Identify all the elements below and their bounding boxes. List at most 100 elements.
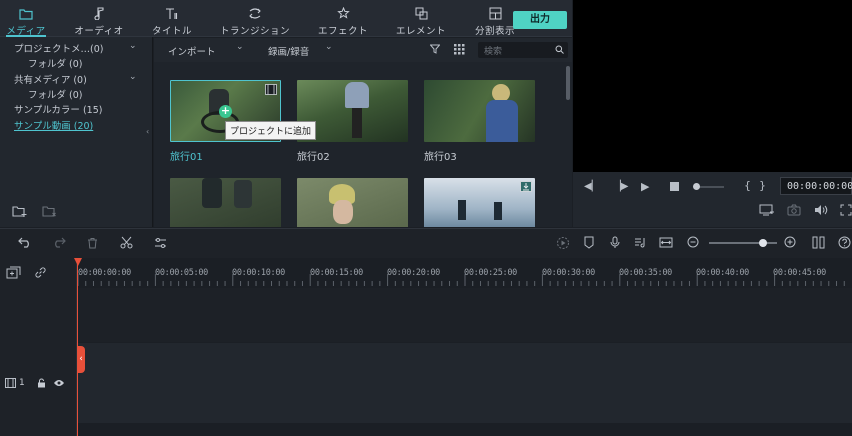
tab-elements[interactable]: エレメント [394,0,448,37]
media-label-travel03: 旅行03 [424,152,457,163]
library-item-shared-media[interactable]: 共有メディア (0) [14,72,87,86]
import-dropdown[interactable]: インポート [168,44,216,58]
library-item-folder[interactable]: フォルダ (0) [28,56,82,70]
preview-canvas [573,0,852,172]
delete-icon[interactable] [87,237,98,252]
media-thumbnail[interactable] [424,178,535,227]
timecode-display: 00:00:00:00 [780,177,852,195]
rider-figure [202,178,222,208]
film-strip-icon [265,84,277,98]
link-icon[interactable] [34,266,47,282]
timeline-track-headers: 1 [0,258,77,436]
timeline-video-track[interactable] [77,343,852,423]
media-label-travel02: 旅行02 [297,152,330,163]
ruler-tick-label: 00:00:30:00 [542,268,595,278]
zoom-slider-handle[interactable] [759,239,768,247]
media-thumbnail-travel03[interactable] [424,80,535,142]
download-icon[interactable] [520,181,532,192]
voiceover-icon[interactable] [634,236,646,252]
top-tab-bar: メディア オーディオ タイトル トランジション エフェクト エレメント 分割表示 [0,0,572,37]
add-to-project-tooltip: プロジェクトに追加 [225,121,317,140]
filter-icon[interactable] [429,44,441,57]
render-preview-icon[interactable] [759,204,775,219]
tab-split-screen[interactable]: 分割表示 [472,0,518,37]
track-number: 1 [19,378,25,388]
zoom-out-icon[interactable] [687,236,699,251]
library-item-sample-videos[interactable]: サンプル動画 (20) [14,118,93,132]
media-thumbnail[interactable] [170,178,281,227]
fit-timeline-icon[interactable] [659,237,673,251]
library-item-shared-folder[interactable]: フォルダ (0) [28,87,82,101]
timeline-toolbar [0,228,852,258]
fullscreen-icon[interactable] [840,204,852,219]
seek-handle[interactable] [693,183,700,190]
rider-figure [234,180,252,208]
face-figure [333,200,353,224]
adjust-icon[interactable] [154,237,167,252]
stop-icon[interactable] [670,182,679,191]
play-icon[interactable]: ▶ [641,180,649,193]
tab-transitions[interactable]: トランジション [216,0,294,37]
mark-in-icon[interactable]: { [744,179,751,192]
ruler-tick-label: 00:00:20:00 [387,268,440,278]
search-box[interactable]: 検索 [478,42,568,58]
mark-out-icon[interactable]: } [759,179,766,192]
tab-audio[interactable]: オーディオ [72,0,126,37]
undo-icon[interactable] [18,237,32,251]
chevron-down-icon[interactable]: ⌄ [325,42,333,52]
folder-icon [19,7,33,20]
tab-media[interactable]: メディア [6,0,46,37]
eye-icon[interactable] [53,379,65,390]
person-figure [458,200,466,220]
library-item-project-media[interactable]: プロジェクトメ…(0) [14,41,103,55]
lock-icon[interactable] [37,378,46,391]
media-thumbnail[interactable] [297,178,408,227]
collapse-arrow-icon[interactable]: ‹ [146,127,149,136]
timeline-track-empty[interactable] [77,288,852,342]
library-item-sample-colors[interactable]: サンプルカラー (15) [14,102,102,116]
tab-titles[interactable]: タイトル [148,0,196,37]
zoom-in-icon[interactable] [784,236,796,251]
collapse-track-tab-icon[interactable]: ‹ [77,346,85,373]
pause-columns-icon[interactable] [812,236,825,252]
redo-icon[interactable] [52,237,66,251]
microphone-icon[interactable] [610,236,620,252]
export-button[interactable]: 出力 [513,11,567,29]
chevron-down-icon[interactable]: ⌄ [129,41,137,51]
grid-view-icon[interactable] [454,44,465,58]
tab-effects[interactable]: エフェクト [316,0,370,37]
timecode-text: 00:00:00:00 [787,181,852,192]
cut-icon[interactable] [120,236,133,252]
media-scrollbar[interactable] [566,66,570,100]
help-icon[interactable] [838,236,851,252]
record-dropdown[interactable]: 録画/録音 [268,44,309,58]
snapshot-icon[interactable] [787,204,801,219]
new-folder-icon[interactable] [12,205,28,221]
chevron-down-icon[interactable]: ⌄ [236,42,244,52]
marker-icon[interactable] [584,236,594,252]
add-to-project-icon[interactable]: + [219,105,232,118]
person-figure [494,202,502,220]
previous-frame-icon[interactable]: ◀▏ [584,181,599,192]
rider-figure [345,82,369,108]
library-sidebar: プロジェクトメ…(0) ⌄ フォルダ (0) 共有メディア (0) ⌄ フォルダ… [0,37,153,227]
delete-folder-icon[interactable] [42,205,58,221]
ruler-tick-label: 00:00:40:00 [696,268,749,278]
preview-controls: ◀▏ ▕▶ ▶ { } 00:00:00:00 [573,172,852,227]
rider-figure [486,100,518,142]
play-frame-icon[interactable]: ▕▶ [613,181,628,192]
add-track-icon[interactable] [6,266,21,282]
render-icon[interactable] [556,236,570,253]
ruler-tick-label: 00:00:10:00 [232,268,285,278]
transition-icon [248,7,262,20]
bike-wheel [352,108,362,138]
split-screen-icon [488,7,502,20]
ruler-tick-label: 00:00:00:00 [78,268,131,278]
search-input[interactable]: 検索 [484,44,502,57]
chevron-down-icon[interactable]: ⌄ [129,72,137,82]
timeline-ruler[interactable]: 00:00:00:00 00:00:05:00 00:00:10:00 00:0… [77,258,852,288]
title-icon [165,7,179,20]
search-icon[interactable] [555,45,564,57]
volume-icon[interactable] [814,204,828,219]
zoom-slider[interactable] [709,239,777,247]
